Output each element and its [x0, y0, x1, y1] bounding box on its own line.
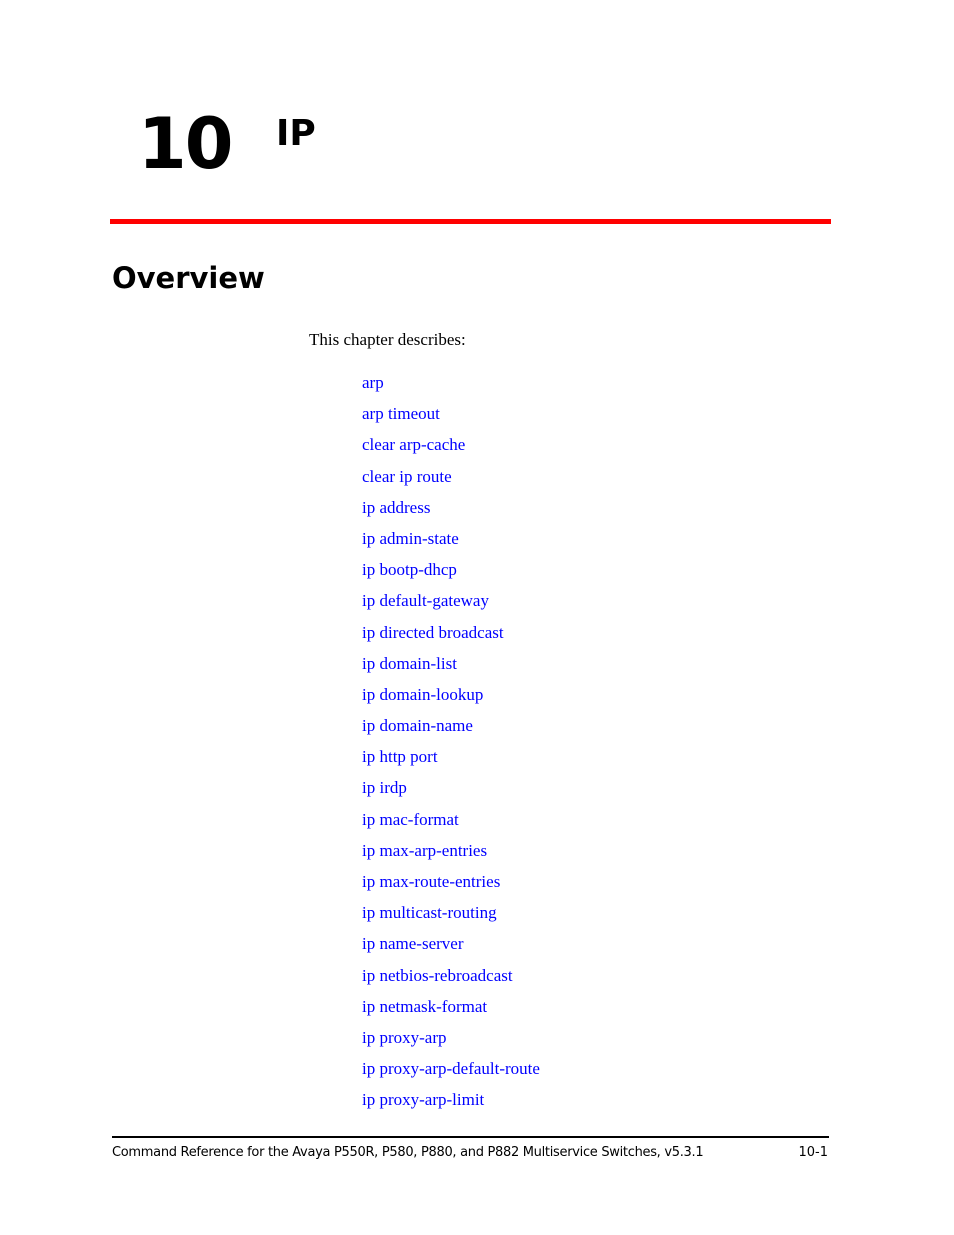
list-item: clear ip route	[362, 465, 540, 496]
link-ip-http-port[interactable]: ip http port	[362, 747, 438, 766]
link-ip-proxy-arp[interactable]: ip proxy-arp	[362, 1028, 447, 1047]
link-ip-netbios-rebroadcast[interactable]: ip netbios-rebroadcast	[362, 966, 513, 985]
list-item: arp timeout	[362, 402, 540, 433]
link-ip-default-gateway[interactable]: ip default-gateway	[362, 591, 489, 610]
list-item: ip domain-lookup	[362, 683, 540, 714]
list-item: clear arp-cache	[362, 433, 540, 464]
link-ip-max-arp-entries[interactable]: ip max-arp-entries	[362, 841, 487, 860]
list-item: ip admin-state	[362, 527, 540, 558]
link-clear-ip-route[interactable]: clear ip route	[362, 467, 452, 486]
list-item: ip name-server	[362, 932, 540, 963]
chapter-number: 10	[138, 103, 233, 185]
link-ip-directed-broadcast[interactable]: ip directed broadcast	[362, 623, 504, 642]
list-item: ip proxy-arp-limit	[362, 1088, 540, 1119]
list-item: ip max-route-entries	[362, 870, 540, 901]
link-arp[interactable]: arp	[362, 373, 384, 392]
list-item: ip proxy-arp-default-route	[362, 1057, 540, 1088]
link-ip-domain-list[interactable]: ip domain-list	[362, 654, 457, 673]
command-link-list: arp arp timeout clear arp-cache clear ip…	[362, 371, 540, 1120]
link-ip-multicast-routing[interactable]: ip multicast-routing	[362, 903, 497, 922]
link-ip-address[interactable]: ip address	[362, 498, 430, 517]
list-item: ip irdp	[362, 776, 540, 807]
footer-document-title: Command Reference for the Avaya P550R, P…	[112, 1145, 704, 1160]
link-ip-domain-name[interactable]: ip domain-name	[362, 716, 473, 735]
footer-page-number: 10-1	[798, 1145, 828, 1160]
list-item: ip netbios-rebroadcast	[362, 964, 540, 995]
link-arp-timeout[interactable]: arp timeout	[362, 404, 440, 423]
link-clear-arp-cache[interactable]: clear arp-cache	[362, 435, 465, 454]
link-ip-proxy-arp-limit[interactable]: ip proxy-arp-limit	[362, 1090, 484, 1109]
chapter-divider-rule	[110, 219, 831, 224]
section-heading: Overview	[112, 261, 265, 295]
link-ip-proxy-arp-default-route[interactable]: ip proxy-arp-default-route	[362, 1059, 540, 1078]
chapter-title: IP	[276, 113, 316, 154]
link-ip-netmask-format[interactable]: ip netmask-format	[362, 997, 487, 1016]
link-ip-mac-format[interactable]: ip mac-format	[362, 810, 459, 829]
list-item: ip max-arp-entries	[362, 839, 540, 870]
list-item: ip multicast-routing	[362, 901, 540, 932]
footer-rule	[112, 1136, 829, 1138]
list-item: arp	[362, 371, 540, 402]
link-ip-bootp-dhcp[interactable]: ip bootp-dhcp	[362, 560, 457, 579]
intro-text: This chapter describes:	[309, 330, 466, 349]
link-ip-max-route-entries[interactable]: ip max-route-entries	[362, 872, 500, 891]
list-item: ip address	[362, 496, 540, 527]
link-ip-domain-lookup[interactable]: ip domain-lookup	[362, 685, 483, 704]
link-ip-irdp[interactable]: ip irdp	[362, 778, 407, 797]
list-item: ip domain-list	[362, 652, 540, 683]
list-item: ip domain-name	[362, 714, 540, 745]
list-item: ip directed broadcast	[362, 621, 540, 652]
list-item: ip default-gateway	[362, 589, 540, 620]
link-ip-name-server[interactable]: ip name-server	[362, 934, 463, 953]
list-item: ip http port	[362, 745, 540, 776]
link-ip-admin-state[interactable]: ip admin-state	[362, 529, 459, 548]
list-item: ip proxy-arp	[362, 1026, 540, 1057]
list-item: ip netmask-format	[362, 995, 540, 1026]
list-item: ip bootp-dhcp	[362, 558, 540, 589]
list-item: ip mac-format	[362, 808, 540, 839]
